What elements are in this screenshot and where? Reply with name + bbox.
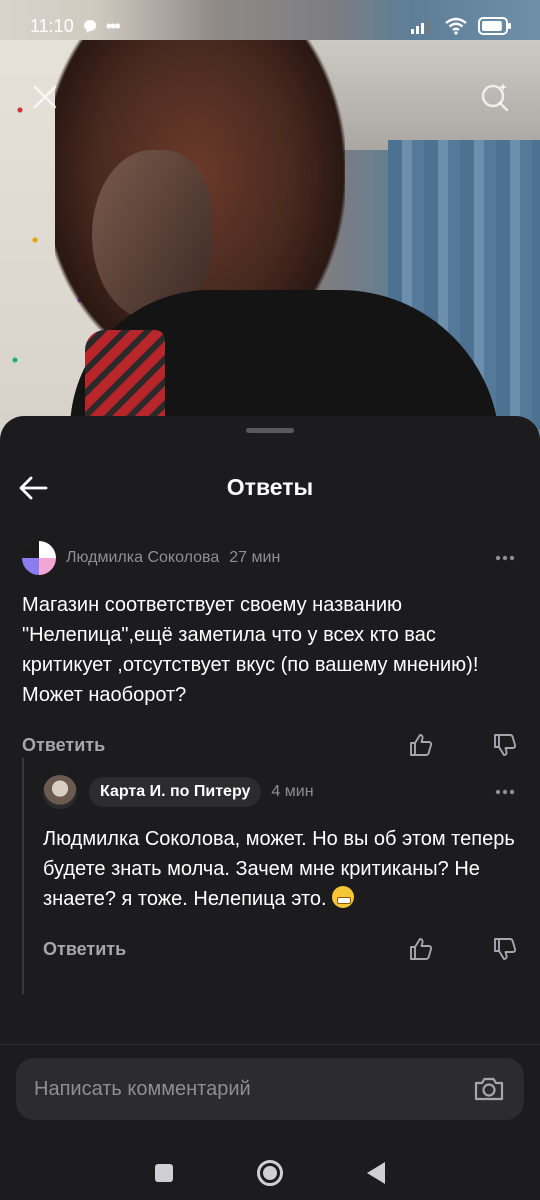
status-time: 11:10 <box>30 15 74 36</box>
grinning-face-icon <box>332 886 355 908</box>
reply-button[interactable]: Ответить <box>43 939 126 960</box>
more-dots-icon <box>495 789 515 795</box>
comment-actions: Ответить <box>22 730 518 760</box>
comment-text: Магазин соответствует своему названию "Н… <box>22 594 479 706</box>
scarf <box>85 330 165 420</box>
system-nav-bar <box>0 1146 540 1200</box>
camera-icon <box>474 1077 504 1101</box>
reply-thread: Карта И. по Питеру 4 мин Людмилка Соколо… <box>22 758 518 994</box>
reply-text-wrap: Людмилка Соколова, может. Но вы об этом … <box>43 824 518 914</box>
status-bar: 11:10 ••• <box>0 0 540 52</box>
home-icon <box>263 1166 277 1180</box>
comment-author[interactable]: Людмилка Соколова <box>66 549 219 567</box>
avatar[interactable] <box>22 541 56 575</box>
comment-header: Людмилка Соколова 27 мин <box>22 540 518 576</box>
replies-sheet: Ответы Людмилка Соколова 27 мин Магазин … <box>0 416 540 1200</box>
camera-button[interactable] <box>472 1072 506 1106</box>
comment: Людмилка Соколова 27 мин Магазин соответ… <box>22 540 518 760</box>
system-back-button[interactable] <box>367 1162 385 1184</box>
thumbs-down-icon <box>494 734 517 756</box>
comment-input[interactable] <box>34 1077 472 1101</box>
divider <box>0 1044 540 1045</box>
thumbs-up-icon <box>410 938 433 960</box>
home-button[interactable] <box>257 1160 283 1186</box>
more-dots-icon <box>495 555 515 561</box>
dislike-button[interactable] <box>492 936 518 962</box>
reply-button[interactable]: Ответить <box>22 735 105 756</box>
like-button[interactable] <box>408 936 434 962</box>
reply-author-chip[interactable]: Карта И. по Питеру <box>89 777 262 807</box>
dislike-button[interactable] <box>492 732 518 758</box>
reply-header: Карта И. по Питеру 4 мин <box>43 774 518 810</box>
avatar[interactable] <box>43 775 77 809</box>
thumbs-down-icon <box>494 938 517 960</box>
battery-icon <box>478 17 512 35</box>
more-options-button[interactable] <box>492 782 518 802</box>
video-frame <box>0 0 540 440</box>
signal-icon <box>410 18 434 34</box>
comment-composer <box>16 1058 524 1120</box>
sheet-drag-handle[interactable] <box>246 428 294 433</box>
comment-time: 27 мин <box>229 549 281 566</box>
reply-actions: Ответить <box>43 934 518 964</box>
visual-search-icon[interactable] <box>478 80 512 114</box>
chat-notification-icon <box>82 18 98 34</box>
sheet-header: Ответы <box>0 466 540 510</box>
thumbs-up-icon <box>410 734 433 756</box>
close-icon[interactable] <box>30 82 60 112</box>
reply-text: Людмилка Соколова, может. Но вы об этом … <box>43 828 515 910</box>
like-button[interactable] <box>408 732 434 758</box>
page-title: Ответы <box>226 474 314 500</box>
reply-time: 4 мин <box>271 783 314 800</box>
wifi-icon <box>444 17 468 35</box>
more-options-button[interactable] <box>492 548 518 568</box>
status-dots: ••• <box>105 15 121 36</box>
recents-button[interactable] <box>155 1164 173 1182</box>
